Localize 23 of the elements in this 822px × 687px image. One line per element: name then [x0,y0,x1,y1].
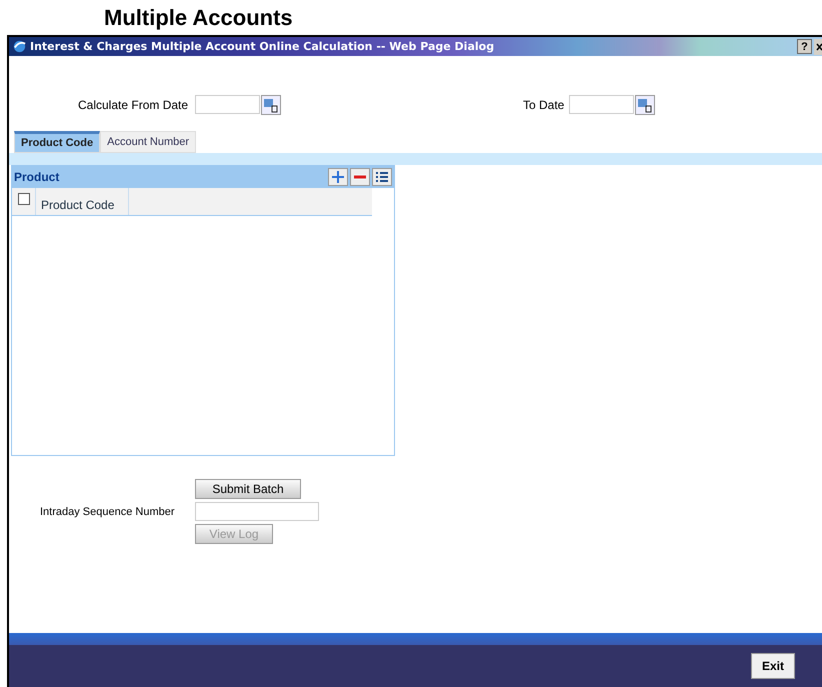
window-title: Interest & Charges Multiple Account Online Calculation -- Web Page Dialog [30,40,494,53]
sequence-field[interactable] [195,502,319,521]
calendar-icon[interactable] [261,94,281,114]
tab[interactable]: Product Code [14,131,100,153]
date-field[interactable] [569,95,634,114]
field-label: To Date [523,98,566,112]
submit-batch-button[interactable]: Submit Batch [195,479,301,499]
grid-title: Product [14,170,60,184]
help-button[interactable]: ? [797,39,812,54]
page-heading: Multiple Accounts [103,4,294,32]
exit-button[interactable]: Exit [751,653,795,679]
date-field[interactable] [195,95,260,114]
add-icon[interactable] [328,168,348,186]
globe-icon [12,39,27,54]
select-all-checkbox[interactable] [18,193,30,205]
field-label: Intraday Sequence Number [40,506,176,518]
tab[interactable]: Account Number [100,131,196,153]
list-icon[interactable] [372,168,392,186]
remove-icon[interactable] [350,168,370,186]
column-header: Product Code [36,188,129,215]
field-label: Calculate From Date [78,98,190,112]
calendar-icon[interactable] [635,94,655,114]
close-icon[interactable] [814,38,822,54]
